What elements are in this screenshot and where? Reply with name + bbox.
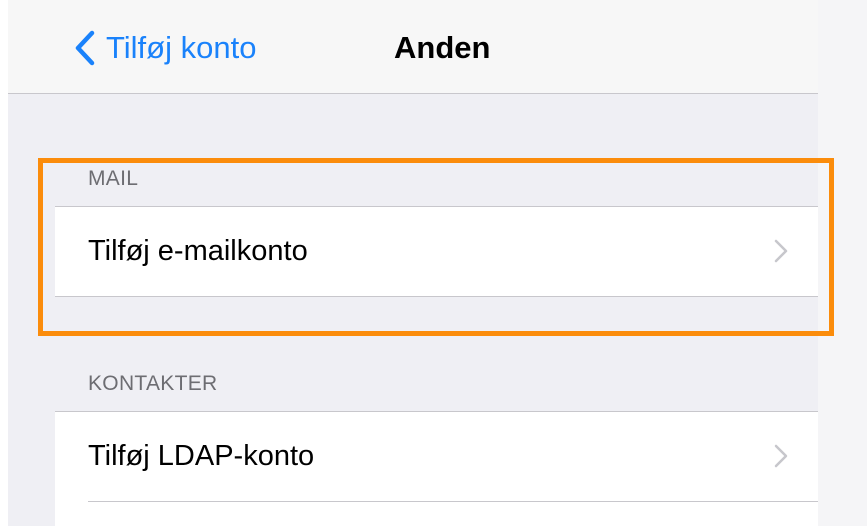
back-button[interactable]: Tilføj konto	[74, 26, 256, 70]
chevron-left-icon	[74, 30, 96, 66]
add-email-account-row[interactable]: Tilføj e-mailkonto	[55, 207, 818, 296]
chevron-right-icon	[774, 444, 788, 473]
chevron-right-icon	[774, 239, 788, 268]
back-button-label: Tilføj konto	[106, 30, 257, 65]
section-header-mail: MAIL	[88, 167, 139, 190]
add-email-account-label: Tilføj e-mailkonto	[88, 235, 308, 267]
navigation-bar: Tilføj konto Anden	[8, 0, 818, 94]
section-header-contacts: KONTAKTER	[88, 372, 218, 395]
right-margin	[818, 0, 867, 526]
add-ldap-account-row[interactable]: Tilføj LDAP-konto	[55, 412, 818, 526]
screen: Tilføj konto Anden MAIL Tilføj e-mailkon…	[0, 0, 867, 526]
separator	[55, 296, 818, 297]
left-margin	[0, 0, 8, 526]
add-ldap-account-label: Tilføj LDAP-konto	[88, 440, 315, 472]
row-separator	[88, 501, 818, 502]
page-title: Anden	[394, 30, 491, 65]
